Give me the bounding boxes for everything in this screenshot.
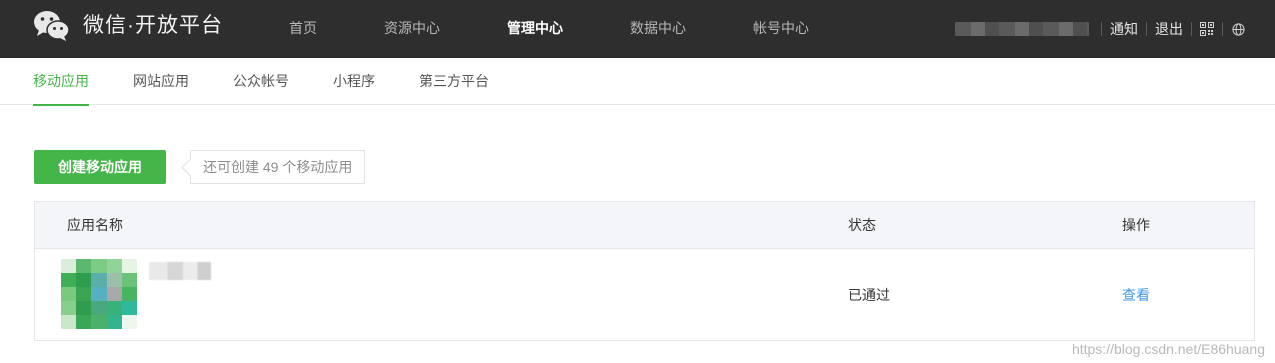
column-header-action: 操作 [1122, 217, 1150, 233]
brand[interactable]: 微信·开放平台 [33, 9, 223, 43]
tab-mobile-apps[interactable]: 移动应用 [33, 58, 89, 106]
tab-website-apps[interactable]: 网站应用 [133, 58, 189, 105]
sub-tabs: 移动应用 网站应用 公众帐号 小程序 第三方平台 [33, 58, 533, 106]
status-text: 已通过 [848, 287, 890, 303]
brand-name: 微信·开放平台 [83, 14, 223, 37]
app-table: 应用名称 状态 操作 已通过 查看 [34, 201, 1255, 341]
sub-navigation: 移动应用 网站应用 公众帐号 小程序 第三方平台 [0, 58, 1275, 106]
nav-item-home[interactable]: 首页 [272, 0, 334, 58]
column-header-app-name: 应用名称 [67, 217, 123, 233]
main-nav: 首页 资源中心 管理中心 数据中心 帐号中心 [272, 0, 859, 58]
nav-item-data[interactable]: 数据中心 [613, 0, 703, 58]
create-mobile-app-button[interactable]: 创建移动应用 [34, 150, 166, 184]
nav-item-management[interactable]: 管理中心 [490, 0, 580, 58]
wechat-logo-icon [34, 11, 70, 41]
view-link[interactable]: 查看 [1122, 249, 1150, 341]
account-area: 通知 退出 [955, 0, 1253, 58]
column-header-status: 状态 [848, 217, 876, 233]
tab-third-party-platform[interactable]: 第三方平台 [419, 58, 489, 105]
app-icon[interactable] [61, 259, 137, 329]
table-header: 应用名称 状态 操作 [35, 202, 1254, 249]
account-name-redacted[interactable] [955, 22, 1089, 36]
tab-official-accounts[interactable]: 公众帐号 [233, 58, 289, 105]
nav-item-account[interactable]: 帐号中心 [736, 0, 826, 58]
watermark: https://blog.csdn.net/E86huang [1071, 341, 1265, 357]
globe-icon[interactable] [1223, 19, 1253, 39]
top-navigation-bar: 微信·开放平台 首页 资源中心 管理中心 数据中心 帐号中心 通知 退出 [0, 0, 1275, 58]
table-row: 已通过 查看 [35, 249, 1254, 341]
notice-link[interactable]: 通知 [1102, 21, 1146, 37]
tab-mini-programs[interactable]: 小程序 [333, 58, 375, 105]
qrcode-icon[interactable] [1192, 19, 1222, 39]
logout-link[interactable]: 退出 [1147, 21, 1191, 37]
quota-tip: 还可创建 49 个移动应用 [190, 150, 366, 184]
nav-item-resources[interactable]: 资源中心 [367, 0, 457, 58]
app-name-redacted[interactable] [149, 262, 211, 280]
